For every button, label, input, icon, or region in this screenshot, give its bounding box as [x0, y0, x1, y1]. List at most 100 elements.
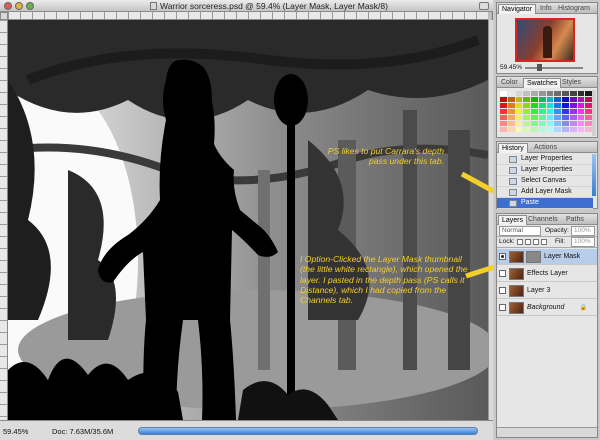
color-swatch[interactable]	[531, 127, 538, 132]
color-swatch[interactable]	[531, 121, 538, 126]
color-swatch[interactable]	[500, 97, 507, 102]
color-swatch[interactable]	[569, 103, 577, 108]
history-item[interactable]: Layer Properties	[497, 165, 593, 176]
document-size[interactable]: Doc: 7.63M/35.6M	[52, 427, 113, 436]
layer-row-background[interactable]: Background 🔒	[497, 300, 597, 316]
color-swatch[interactable]	[554, 121, 561, 126]
ruler-origin[interactable]	[0, 12, 8, 20]
navigator-thumbnail[interactable]	[515, 18, 575, 62]
color-swatch[interactable]	[562, 103, 569, 108]
vertical-ruler[interactable]	[0, 20, 8, 420]
color-swatch[interactable]	[531, 109, 538, 114]
color-swatch[interactable]	[515, 91, 523, 96]
tab-navigator[interactable]: Navigator	[498, 4, 536, 14]
color-swatch[interactable]	[585, 127, 592, 132]
color-swatch[interactable]	[554, 91, 561, 96]
color-swatch[interactable]	[585, 121, 592, 126]
close-window-button[interactable]	[4, 2, 12, 10]
color-swatch[interactable]	[546, 97, 554, 102]
color-swatch[interactable]	[500, 91, 507, 96]
history-item[interactable]: Add Layer Mask	[497, 187, 593, 198]
navigator-zoom-knob[interactable]	[537, 64, 542, 71]
color-swatch[interactable]	[523, 103, 530, 108]
color-swatch[interactable]	[562, 97, 569, 102]
horizontal-scrollbar[interactable]	[138, 427, 478, 435]
color-swatch[interactable]	[546, 91, 554, 96]
vertical-scrollbar[interactable]	[488, 20, 493, 420]
layer-thumbnail[interactable]	[509, 302, 524, 314]
color-swatch[interactable]	[577, 91, 585, 96]
color-swatch[interactable]	[531, 97, 538, 102]
color-swatch[interactable]	[500, 127, 507, 132]
color-swatch[interactable]	[577, 109, 585, 114]
fill-input[interactable]: 100%	[571, 237, 595, 247]
color-swatch[interactable]	[585, 109, 592, 114]
eye-icon[interactable]	[499, 304, 506, 311]
color-swatch[interactable]	[507, 115, 515, 120]
color-swatch[interactable]	[577, 97, 585, 102]
color-swatch[interactable]	[531, 91, 538, 96]
color-swatch[interactable]	[500, 121, 507, 126]
color-swatch[interactable]	[569, 97, 577, 102]
color-swatch[interactable]	[546, 103, 554, 108]
color-swatch[interactable]	[577, 115, 585, 120]
color-swatch[interactable]	[554, 115, 561, 120]
zoom-level[interactable]: 59.45%	[3, 427, 28, 436]
color-swatch[interactable]	[515, 115, 523, 120]
navigator-zoom-slider[interactable]	[525, 67, 583, 69]
color-swatch[interactable]	[577, 103, 585, 108]
tab-actions[interactable]: Actions	[531, 143, 560, 153]
color-swatch[interactable]	[507, 97, 515, 102]
eye-icon[interactable]	[499, 287, 506, 294]
color-swatch[interactable]	[507, 103, 515, 108]
color-swatch[interactable]	[500, 103, 507, 108]
tab-info[interactable]: Info	[537, 4, 555, 14]
layer-mask-thumbnail[interactable]	[526, 251, 541, 263]
color-swatch[interactable]	[562, 91, 569, 96]
lock-pixels-checkbox[interactable]	[525, 239, 531, 245]
image-canvas[interactable]	[8, 20, 488, 420]
color-swatch[interactable]	[585, 97, 592, 102]
color-swatch[interactable]	[562, 127, 569, 132]
layer-row-layer-3[interactable]: Layer 3	[497, 283, 597, 299]
swatches-scrollbar[interactable]	[592, 90, 596, 136]
minimize-window-button[interactable]	[15, 2, 23, 10]
tab-layers[interactable]: Layers	[498, 215, 528, 225]
color-swatch[interactable]	[523, 121, 530, 126]
lock-transparency-checkbox[interactable]	[517, 239, 523, 245]
color-swatch[interactable]	[569, 115, 577, 120]
color-swatch[interactable]	[507, 121, 515, 126]
color-swatch[interactable]	[562, 115, 569, 120]
color-swatch[interactable]	[538, 109, 546, 114]
color-swatch[interactable]	[507, 109, 515, 114]
horizontal-ruler[interactable]	[8, 12, 488, 20]
color-swatch[interactable]	[515, 103, 523, 108]
color-swatch[interactable]	[500, 115, 507, 120]
lock-position-checkbox[interactable]	[533, 239, 539, 245]
color-swatch[interactable]	[546, 127, 554, 132]
color-swatch[interactable]	[523, 109, 530, 114]
color-swatch[interactable]	[585, 115, 592, 120]
layer-thumbnail[interactable]	[509, 251, 524, 263]
color-swatch[interactable]	[569, 121, 577, 126]
tab-styles[interactable]: Styles	[559, 78, 584, 88]
color-swatch[interactable]	[538, 127, 546, 132]
blend-mode-select[interactable]: Normal	[499, 226, 541, 236]
color-swatch[interactable]	[554, 109, 561, 114]
color-swatch[interactable]	[569, 127, 577, 132]
history-item[interactable]: Select Canvas	[497, 176, 593, 187]
color-swatch[interactable]	[523, 97, 530, 102]
color-swatch[interactable]	[523, 91, 530, 96]
color-swatch[interactable]	[538, 115, 546, 120]
color-swatch[interactable]	[538, 121, 546, 126]
history-scrollbar[interactable]	[592, 154, 596, 196]
color-swatch[interactable]	[577, 121, 585, 126]
layer-thumbnail[interactable]	[509, 285, 524, 297]
lock-all-checkbox[interactable]	[541, 239, 547, 245]
color-swatch[interactable]	[585, 103, 592, 108]
color-swatch[interactable]	[554, 97, 561, 102]
tab-history[interactable]: History	[498, 143, 528, 153]
color-swatch[interactable]	[538, 103, 546, 108]
color-swatch[interactable]	[562, 109, 569, 114]
tab-paths[interactable]: Paths	[563, 215, 587, 225]
